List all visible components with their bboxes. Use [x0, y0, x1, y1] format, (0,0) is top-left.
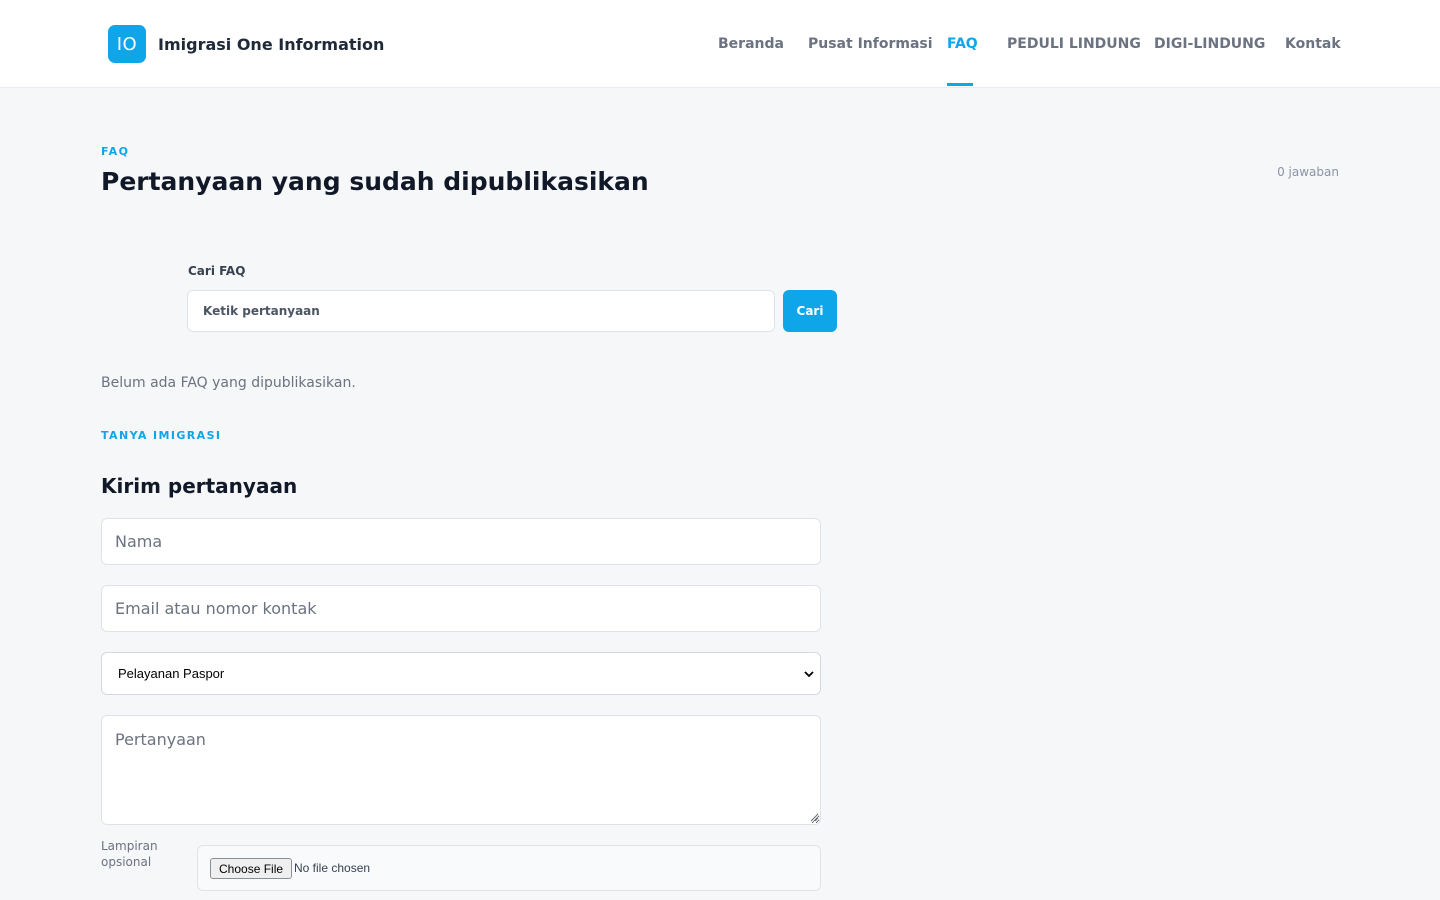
- question-textarea[interactable]: [101, 715, 821, 825]
- category-select[interactable]: Pelayanan Paspor: [101, 652, 821, 695]
- nav-item-kontak[interactable]: Kontak: [1285, 36, 1341, 52]
- faq-eyebrow: FAQ: [101, 145, 130, 158]
- empty-faq-message: Belum ada FAQ yang dipublikasikan.: [101, 375, 356, 391]
- search-label: Cari FAQ: [188, 264, 246, 278]
- attachment-label: Lampiran opsional: [101, 839, 158, 869]
- nav-active-indicator: [947, 83, 973, 86]
- nav-item-pusat-informasi[interactable]: Pusat Informasi: [808, 36, 933, 52]
- nav-item-digi-lindung[interactable]: DIGI-LINDUNG: [1154, 36, 1265, 52]
- file-status: No file chosen: [294, 861, 371, 875]
- file-upload-field: Choose File No file chosen: [197, 845, 821, 891]
- search-input[interactable]: [187, 290, 775, 332]
- brand-logo-mark: IO: [108, 25, 146, 63]
- ask-eyebrow: TANYA IMIGRASI: [101, 429, 222, 442]
- search-button[interactable]: Cari: [783, 290, 837, 332]
- resize-handle-icon[interactable]: [810, 813, 819, 822]
- category-select-value: Pelayanan Paspor: [118, 666, 225, 681]
- top-navigation-bar: IO Imigrasi One Information Beranda Pusa…: [0, 0, 1440, 88]
- nav-item-peduli-lindung[interactable]: PEDULI LINDUNG: [1007, 36, 1141, 52]
- chevron-down-icon: [804, 671, 814, 678]
- brand-logo-link[interactable]: IO Imigrasi One Information: [108, 25, 384, 63]
- ask-section-title: Kirim pertanyaan: [101, 474, 298, 498]
- contact-input[interactable]: [101, 585, 821, 632]
- brand-name: Imigrasi One Information: [158, 34, 385, 54]
- answer-count: 0 jawaban: [1277, 165, 1339, 179]
- choose-file-button[interactable]: Choose File: [210, 858, 293, 879]
- nav-item-beranda[interactable]: Beranda: [718, 36, 784, 52]
- page-title: Pertanyaan yang sudah dipublikasikan: [101, 167, 649, 196]
- name-input[interactable]: [101, 518, 821, 565]
- nav-item-faq[interactable]: FAQ: [947, 36, 978, 52]
